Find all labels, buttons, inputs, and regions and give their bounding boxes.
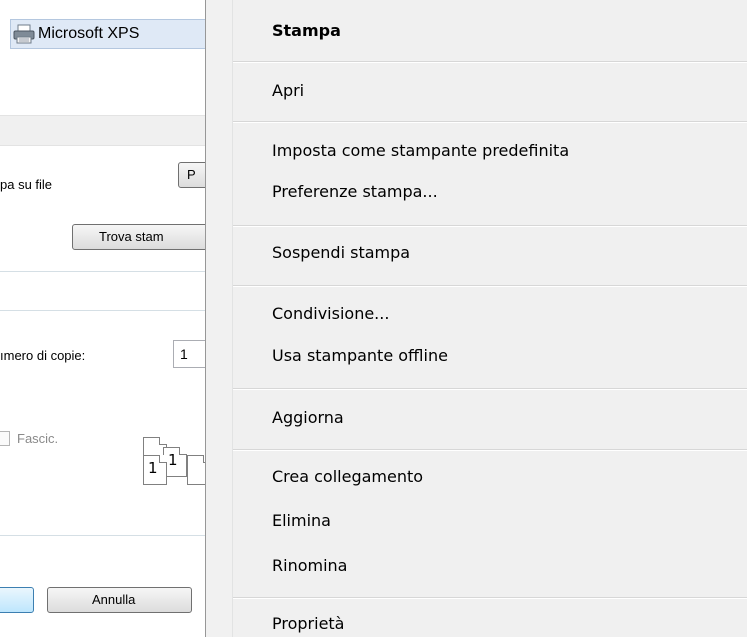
collate-page-3 <box>187 455 205 485</box>
menu-icon-gutter <box>206 0 233 637</box>
collate-page-1: 1 <box>143 455 167 485</box>
menu-item-imposta-predefinita[interactable]: Imposta come stampante predefinita <box>272 141 569 160</box>
context-menu: Stampa Apri Imposta come stampante prede… <box>205 0 747 637</box>
collate-label: Fascic. <box>17 431 59 446</box>
menu-item-rinomina[interactable]: Rinomina <box>272 556 347 575</box>
print-button[interactable] <box>0 587 34 613</box>
menu-item-preferenze-stampa[interactable]: Preferenze stampa... <box>272 182 438 201</box>
menu-item-apri[interactable]: Apri <box>272 81 304 100</box>
print-to-file-label[interactable]: pa su file <box>0 177 52 192</box>
divider <box>0 271 205 272</box>
print-dialog: Microsoft XPS pa su file P Trova stam ım… <box>0 0 205 637</box>
menu-item-condivisione[interactable]: Condivisione... <box>272 304 389 323</box>
menu-item-proprieta[interactable]: Proprietà <box>272 614 344 633</box>
menu-separator <box>233 449 747 451</box>
menu-item-aggiorna[interactable]: Aggiorna <box>272 408 344 427</box>
preferences-button[interactable]: P <box>178 162 205 188</box>
collate-checkbox[interactable] <box>0 431 10 446</box>
divider <box>0 310 205 311</box>
menu-separator <box>233 597 747 599</box>
section-band <box>0 115 205 146</box>
menu-item-usa-offline[interactable]: Usa stampante offline <box>272 346 448 365</box>
find-printer-button[interactable]: Trova stam <box>72 224 205 250</box>
menu-item-elimina[interactable]: Elimina <box>272 511 331 530</box>
menu-item-sospendi-stampa[interactable]: Sospendi stampa <box>272 243 410 262</box>
divider <box>0 535 205 536</box>
copies-input[interactable]: 1 <box>173 340 205 368</box>
printer-name: Microsoft XPS <box>38 25 140 42</box>
printer-list-item[interactable]: Microsoft XPS <box>10 19 205 49</box>
menu-item-stampa[interactable]: Stampa <box>272 21 341 40</box>
menu-separator <box>233 388 747 390</box>
menu-separator <box>233 61 747 63</box>
menu-item-crea-collegamento[interactable]: Crea collegamento <box>272 467 423 486</box>
cancel-button[interactable]: Annulla <box>47 587 192 613</box>
copies-label: ımero di copie: <box>0 348 86 363</box>
menu-separator <box>233 121 747 123</box>
menu-separator <box>233 285 747 287</box>
printer-icon <box>13 24 35 44</box>
menu-separator <box>233 225 747 227</box>
